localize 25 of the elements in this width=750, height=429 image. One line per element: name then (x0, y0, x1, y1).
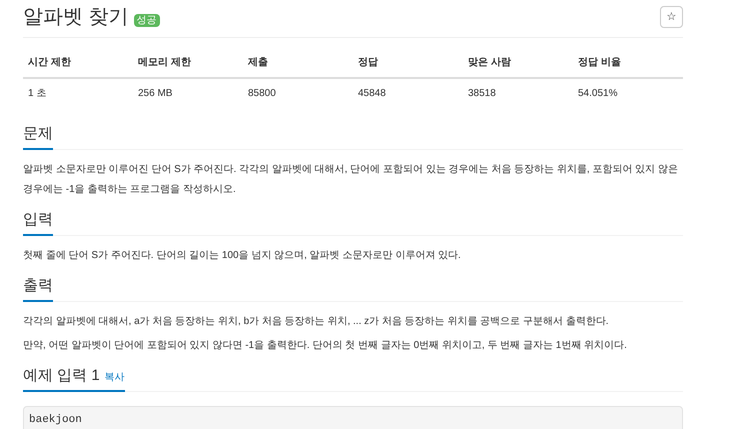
table-cell: 38518 (463, 78, 573, 108)
column-header: 맞은 사람 (463, 48, 573, 78)
table-cell: 54.051% (573, 78, 683, 108)
star-button[interactable]: ☆ (660, 6, 683, 28)
copy-link[interactable]: 복사 (104, 370, 125, 386)
section-heading: 문제 (23, 124, 53, 150)
column-header: 정답 비율 (573, 48, 683, 78)
sample-code: baekjoon (28, 413, 83, 428)
table-cell: 85800 (243, 78, 353, 108)
column-header: 시간 제한 (23, 48, 133, 78)
table-cell: 1 초 (23, 78, 133, 108)
column-header: 정답 (353, 48, 463, 78)
column-header: 메모리 제한 (133, 48, 243, 78)
section-heading: 출력 (23, 276, 53, 302)
section-text: 각각의 알파벳에 대해서, a가 처음 등장하는 위치, b가 처음 등장하는 위치, ... z가 처음 등장하는 위치를 공백으로 구분해서 출력한다. (23, 315, 610, 329)
section-text: 알파벳 소문자로만 이루어진 단어 S가 주어진다. 각각의 알파벳에 대해서, 단어에 포함되어 있는 경우에는 처음 등장하는 위치를, 포함되어 있지 않은 경우에는 -1을 출력하는 프로그램을 작성하시오. (23, 163, 680, 197)
section-heading: 예제 입력 1 (23, 366, 100, 386)
problem-title: 알파벳 찾기 (23, 5, 129, 30)
table-cell: 45848 (353, 78, 463, 108)
status-label: 성공 (134, 14, 160, 27)
column-header: 제출 (243, 48, 353, 78)
section-heading: 입력 (23, 210, 53, 236)
section-text: 만약, 어떤 알파벳이 단어에 포함되어 있지 않다면 -1을 출력한다. 단어의 첫 번째 글자는 0번째 위치이고, 두 번째 글자는 1번째 위치이다. (23, 339, 628, 353)
section-text: 첫째 줄에 단어 S가 주어진다. 단어의 길이는 100을 넘지 않으며, 알파벳 소문자로만 이루어져 있다. (23, 249, 462, 263)
table-cell: 256 MB (133, 78, 243, 108)
